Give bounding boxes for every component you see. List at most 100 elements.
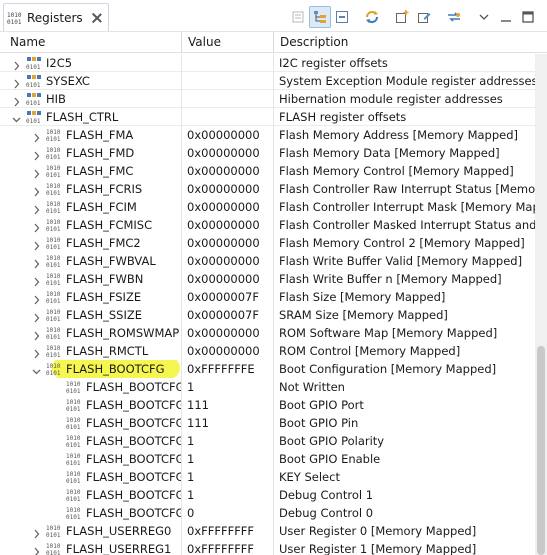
value-cell[interactable]: [181, 72, 273, 90]
chevron-down-icon[interactable]: [32, 364, 41, 375]
name-cell[interactable]: 1010 0101 FLASH_FWBVAL: [0, 252, 181, 270]
tree-register-row[interactable]: 1010 0101 FLASH_FMC 0x00000000 Flash Memory …: [0, 162, 535, 180]
tree-field-row[interactable]: 1010 0101 FLASH_BOOTCFG_ 0 Debug Control 0: [0, 504, 535, 522]
chevron-right-icon[interactable]: [32, 292, 41, 305]
value-cell[interactable]: 0xFFFFFFFF: [181, 540, 273, 555]
collapse-all-button[interactable]: [331, 6, 353, 28]
tree-register-row[interactable]: 1010 0101 FLASH_USERREG1 0xFFFFFFFF User Reg…: [0, 540, 535, 555]
chevron-right-icon[interactable]: [32, 220, 41, 233]
chevron-right-icon[interactable]: [32, 346, 41, 359]
maximize-button[interactable]: [517, 6, 539, 28]
chevron-right-icon[interactable]: [32, 148, 41, 161]
value-cell[interactable]: 1: [181, 432, 273, 450]
chevron-right-icon[interactable]: [32, 310, 41, 323]
value-cell[interactable]: 0x00000000: [181, 144, 273, 162]
chevron-right-icon[interactable]: [32, 328, 41, 341]
vertical-scrollbar[interactable]: [535, 54, 547, 555]
tree-field-row[interactable]: 1010 0101 FLASH_BOOTCFG_ 1 Boot GPIO Enable: [0, 450, 535, 468]
value-cell[interactable]: 0x0000007F: [181, 288, 273, 306]
value-cell[interactable]: 0x00000000: [181, 234, 273, 252]
value-cell[interactable]: 0x00000000: [181, 126, 273, 144]
tree-register-row[interactable]: 1010 0101 FLASH_FSIZE 0x0000007F Flash Size …: [0, 288, 535, 306]
tree-register-row[interactable]: 1010 0101 FLASH_FMD 0x00000000 Flash Memory …: [0, 144, 535, 162]
new-group-button[interactable]: [391, 6, 413, 28]
name-cell[interactable]: 1010 0101 FLASH_USERREG0: [0, 522, 181, 540]
value-cell[interactable]: 0x00000000: [181, 180, 273, 198]
chevron-down-icon[interactable]: [12, 112, 21, 123]
chevron-right-icon[interactable]: [12, 58, 21, 71]
name-cell[interactable]: 0101 HIB: [0, 90, 181, 108]
name-cell[interactable]: 1010 0101 FLASH_FMD: [0, 144, 181, 162]
tree-register-row[interactable]: 1010 0101 FLASH_SSIZE 0x0000007F SRAM Size […: [0, 306, 535, 324]
name-cell[interactable]: 1010 0101 FLASH_ROMSWMAP: [0, 324, 181, 342]
tree-field-row[interactable]: 1010 0101 FLASH_BOOTCFG_ 1 Debug Control 1: [0, 486, 535, 504]
minimize-button[interactable]: [495, 6, 517, 28]
name-cell[interactable]: 1010 0101 FLASH_BOOTCFG: [0, 360, 181, 378]
name-cell[interactable]: 0101 FLASH_CTRL: [0, 108, 181, 126]
tree-group-row[interactable]: 0101 SYSEXC System Exception Module regist…: [0, 72, 535, 90]
value-cell[interactable]: 0xFFFFFFFE: [181, 360, 273, 378]
tree-group-row[interactable]: 0101 I2C5 I2C register offsets: [0, 54, 535, 72]
edit-group-button[interactable]: [413, 6, 435, 28]
chevron-right-icon[interactable]: [12, 76, 21, 89]
name-cell[interactable]: 0101 I2C5: [0, 54, 181, 72]
value-cell[interactable]: 0x00000000: [181, 270, 273, 288]
value-cell[interactable]: 0x00000000: [181, 342, 273, 360]
chevron-right-icon[interactable]: [12, 94, 21, 107]
column-header-value[interactable]: Value: [181, 32, 221, 53]
value-cell[interactable]: 0x00000000: [181, 324, 273, 342]
tree-field-row[interactable]: 1010 0101 FLASH_BOOTCFG_ 1 KEY Select: [0, 468, 535, 486]
tree-field-row[interactable]: 1010 0101 FLASH_BOOTCFG_ 1 Boot GPIO Polarit…: [0, 432, 535, 450]
name-cell[interactable]: 1010 0101 FLASH_SSIZE: [0, 306, 181, 324]
name-cell[interactable]: 1010 0101 FLASH_BOOTCFG_: [0, 378, 181, 396]
tree-register-row[interactable]: 1010 0101 FLASH_FCIM 0x00000000 Flash Contro…: [0, 198, 535, 216]
value-cell[interactable]: [181, 90, 273, 108]
column-header-description[interactable]: Description: [273, 32, 533, 53]
value-cell[interactable]: 0x00000000: [181, 252, 273, 270]
chevron-right-icon[interactable]: [32, 184, 41, 197]
name-cell[interactable]: 1010 0101 FLASH_FWBN: [0, 270, 181, 288]
scrollbar-thumb[interactable]: [537, 346, 545, 555]
value-cell[interactable]: 1: [181, 450, 273, 468]
name-cell[interactable]: 1010 0101 FLASH_BOOTCFG_: [0, 432, 181, 450]
chevron-right-icon[interactable]: [32, 166, 41, 179]
value-cell[interactable]: 111: [181, 414, 273, 432]
name-cell[interactable]: 1010 0101 FLASH_FCMISC: [0, 216, 181, 234]
tree-group-row[interactable]: 0101 FLASH_CTRL FLASH register offsets: [0, 108, 535, 126]
tree-register-row[interactable]: 1010 0101 FLASH_BOOTCFG 0xFFFFFFFE Boot Conf…: [0, 360, 535, 378]
name-cell[interactable]: 0101 SYSEXC: [0, 72, 181, 90]
value-cell[interactable]: 0x0000007F: [181, 306, 273, 324]
chevron-right-icon[interactable]: [32, 526, 41, 539]
tree-register-row[interactable]: 1010 0101 FLASH_FMC2 0x00000000 Flash Memory…: [0, 234, 535, 252]
tree-register-row[interactable]: 1010 0101 FLASH_USERREG0 0xFFFFFFFF User Reg…: [0, 522, 535, 540]
name-cell[interactable]: 1010 0101 FLASH_FCRIS: [0, 180, 181, 198]
tree-field-row[interactable]: 1010 0101 FLASH_BOOTCFG_ 111 Boot GPIO Pin: [0, 414, 535, 432]
value-cell[interactable]: 1: [181, 486, 273, 504]
tree-group-row[interactable]: 0101 HIB Hibernation module register addre…: [0, 90, 535, 108]
column-header-name[interactable]: Name: [4, 32, 45, 53]
tree-register-row[interactable]: 1010 0101 FLASH_RMCTL 0x00000000 ROM Control…: [0, 342, 535, 360]
value-cell[interactable]: 0x00000000: [181, 198, 273, 216]
name-cell[interactable]: 1010 0101 FLASH_FCIM: [0, 198, 181, 216]
value-cell[interactable]: 0x00000000: [181, 216, 273, 234]
value-cell[interactable]: 0: [181, 504, 273, 522]
refresh-button[interactable]: [361, 6, 383, 28]
tree-field-row[interactable]: 1010 0101 FLASH_BOOTCFG_ 111 Boot GPIO Port: [0, 396, 535, 414]
value-cell[interactable]: 1: [181, 468, 273, 486]
value-cell[interactable]: 1: [181, 378, 273, 396]
value-cell[interactable]: 0xFFFFFFFF: [181, 522, 273, 540]
value-cell[interactable]: 0x00000000: [181, 162, 273, 180]
tree-mode-button[interactable]: [309, 6, 331, 28]
tree-register-row[interactable]: 1010 0101 FLASH_FCRIS 0x00000000 Flash Contr…: [0, 180, 535, 198]
name-cell[interactable]: 1010 0101 FLASH_BOOTCFG_: [0, 414, 181, 432]
name-cell[interactable]: 1010 0101 FLASH_FMC: [0, 162, 181, 180]
name-cell[interactable]: 1010 0101 FLASH_FMC2: [0, 234, 181, 252]
chevron-right-icon[interactable]: [32, 202, 41, 215]
chevron-right-icon[interactable]: [32, 544, 41, 555]
sync-button[interactable]: [443, 6, 465, 28]
tree-register-row[interactable]: 1010 0101 FLASH_ROMSWMAP 0x00000000 ROM Soft…: [0, 324, 535, 342]
chevron-right-icon[interactable]: [32, 238, 41, 251]
name-cell[interactable]: 1010 0101 FLASH_USERREG1: [0, 540, 181, 555]
clear-button[interactable]: [287, 6, 309, 28]
name-cell[interactable]: 1010 0101 FLASH_RMCTL: [0, 342, 181, 360]
